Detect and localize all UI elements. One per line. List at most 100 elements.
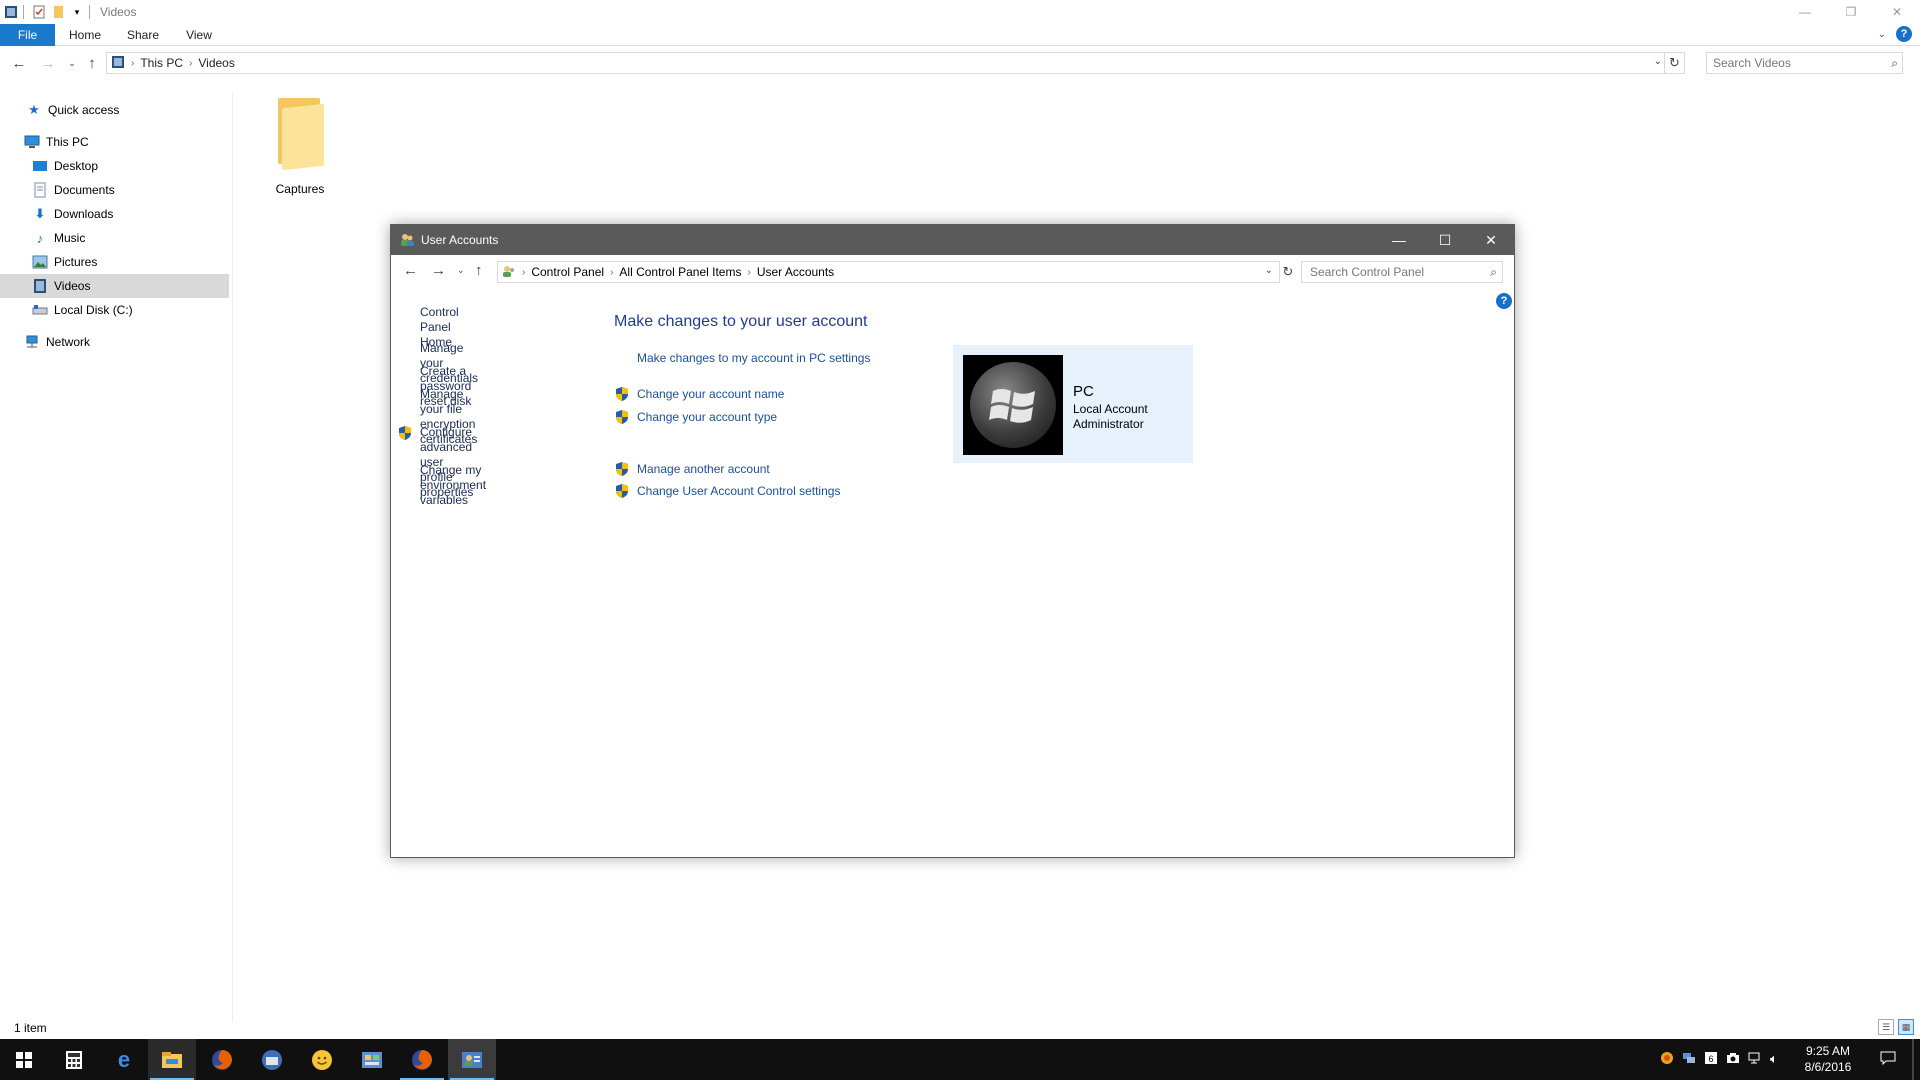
restore-button[interactable]: ❐ xyxy=(1828,0,1874,24)
system-tray: 6 🔈︎ 9:25 AM 8/6/2016 xyxy=(1660,1039,1920,1080)
dialog-forward-arrow-icon[interactable]: → xyxy=(431,262,446,279)
control-panel-search-input[interactable]: Search Control Panel ⌕ xyxy=(1301,261,1503,283)
this-pc-location-icon xyxy=(111,55,125,72)
nav-label: Videos xyxy=(54,279,91,293)
nav-label: Pictures xyxy=(54,255,98,269)
nav-item-music[interactable]: ♪ Music xyxy=(0,226,229,250)
nav-item-desktop[interactable]: Desktop xyxy=(0,154,229,178)
change-account-name-link[interactable]: Change your account name xyxy=(637,387,784,401)
breadcrumb-chevron-icon[interactable]: › xyxy=(189,58,192,69)
tab-file[interactable]: File xyxy=(0,24,55,46)
network-status-icon[interactable] xyxy=(1748,1051,1764,1068)
volume-icon[interactable]: 🔈︎ xyxy=(1770,1051,1778,1067)
address-bar[interactable]: › This PC › Videos ⌄ ↻ xyxy=(106,52,1685,74)
email-client-icon[interactable] xyxy=(248,1039,296,1080)
breadcrumb-chevron-icon[interactable]: › xyxy=(131,58,134,69)
tray-camera-icon[interactable] xyxy=(1726,1051,1740,1068)
dialog-close-button[interactable]: ✕ xyxy=(1468,225,1514,255)
tab-home[interactable]: Home xyxy=(60,24,110,46)
desktop-icon xyxy=(32,158,48,174)
dialog-back-arrow-icon[interactable]: ← xyxy=(403,262,418,279)
tray-calendar-icon[interactable]: 6 xyxy=(1704,1051,1718,1068)
back-arrow-icon[interactable]: ← xyxy=(9,53,29,73)
nav-item-documents[interactable]: Documents xyxy=(0,178,229,202)
firefox-running-icon[interactable] xyxy=(398,1039,446,1080)
tab-view[interactable]: View xyxy=(174,24,224,46)
up-arrow-icon[interactable]: ↑ xyxy=(82,53,102,73)
expand-ribbon-icon[interactable]: ⌄ xyxy=(1878,29,1886,40)
manage-another-account-link[interactable]: Manage another account xyxy=(637,462,770,476)
show-desktop-button[interactable] xyxy=(1912,1039,1914,1080)
folder-item[interactable]: Captures xyxy=(262,98,338,196)
search-input[interactable]: Search Videos ⌕ xyxy=(1706,52,1903,74)
breadcrumb-chevron-icon[interactable]: › xyxy=(610,267,613,278)
nav-item-local-disk[interactable]: Local Disk (C:) xyxy=(0,298,229,322)
large-icons-view-icon[interactable]: ▦ xyxy=(1898,1019,1914,1035)
new-folder-icon[interactable] xyxy=(50,4,66,20)
dialog-refresh-icon[interactable]: ↻ xyxy=(1278,261,1298,283)
refresh-icon[interactable]: ↻ xyxy=(1664,53,1684,73)
nav-item-quick-access[interactable]: ★ Quick access xyxy=(0,98,229,122)
minimize-button[interactable]: — xyxy=(1782,0,1828,24)
uac-shield-icon xyxy=(615,409,629,425)
folder-icon xyxy=(272,98,328,171)
explorer-app-icon[interactable] xyxy=(3,4,19,20)
edge-browser-icon[interactable]: e xyxy=(100,1039,148,1080)
nav-label: Quick access xyxy=(48,103,120,117)
properties-icon[interactable] xyxy=(31,4,47,20)
taskbar-clock[interactable]: 9:25 AM 8/6/2016 xyxy=(1788,1043,1868,1075)
pc-settings-link[interactable]: Make changes to my account in PC setting… xyxy=(637,351,870,365)
dialog-help-icon[interactable]: ? xyxy=(1496,293,1512,309)
dialog-title: User Accounts xyxy=(421,233,499,247)
help-icon[interactable]: ? xyxy=(1896,26,1912,42)
tray-app-icon[interactable] xyxy=(1660,1051,1674,1068)
user-accounts-taskbar-icon[interactable] xyxy=(448,1039,496,1080)
nav-item-downloads[interactable]: ⬇ Downloads xyxy=(0,202,229,226)
avatar[interactable] xyxy=(963,355,1063,455)
details-view-icon[interactable]: ☰ xyxy=(1878,1019,1894,1035)
dialog-recent-chevron-icon[interactable]: ⌄ xyxy=(457,265,465,276)
tab-share[interactable]: Share xyxy=(118,24,168,46)
quick-access-toolbar: ▾ xyxy=(0,3,94,21)
file-explorer-taskbar-icon[interactable] xyxy=(148,1039,196,1080)
pane-divider[interactable] xyxy=(232,92,233,1022)
smiley-app-icon[interactable] xyxy=(298,1039,346,1080)
user-accounts-app-icon[interactable] xyxy=(399,232,415,248)
nav-item-network[interactable]: Network xyxy=(0,330,229,354)
action-center-icon[interactable] xyxy=(1880,1051,1896,1068)
breadcrumb-chevron-icon[interactable]: › xyxy=(747,267,750,278)
dialog-minimize-button[interactable]: — xyxy=(1376,225,1422,255)
breadcrumb-videos[interactable]: Videos xyxy=(198,56,234,70)
dialog-up-arrow-icon[interactable]: ↑ xyxy=(475,262,483,279)
calculator-icon[interactable] xyxy=(50,1039,98,1080)
breadcrumb-control-panel[interactable]: Control Panel xyxy=(531,265,604,279)
uac-settings-link[interactable]: Change User Account Control settings xyxy=(637,484,840,498)
customize-qat-dropdown-icon[interactable]: ▾ xyxy=(69,4,85,20)
change-account-type-link[interactable]: Change your account type xyxy=(637,410,777,424)
nav-item-pictures[interactable]: Pictures xyxy=(0,250,229,274)
firefox-icon[interactable] xyxy=(198,1039,246,1080)
nav-item-videos[interactable]: Videos xyxy=(0,274,229,298)
dialog-maximize-button[interactable]: ☐ xyxy=(1422,225,1468,255)
breadcrumb-user-accounts[interactable]: User Accounts xyxy=(757,265,834,279)
breadcrumb-chevron-icon[interactable]: › xyxy=(522,267,525,278)
nav-item-this-pc[interactable]: This PC xyxy=(0,130,229,154)
tray-network-share-icon[interactable] xyxy=(1682,1051,1696,1068)
account-role: Administrator xyxy=(1073,417,1144,431)
dialog-address-bar[interactable]: › Control Panel › All Control Panel Item… xyxy=(497,261,1280,283)
recent-locations-chevron-icon[interactable]: ⌄ xyxy=(62,53,82,73)
control-panel-taskbar-icon[interactable] xyxy=(348,1039,396,1080)
ribbon-right-controls: ⌄ ? xyxy=(1878,26,1912,42)
nav-label: Music xyxy=(54,231,86,245)
close-button[interactable]: ✕ xyxy=(1874,0,1920,24)
start-button[interactable] xyxy=(0,1039,48,1080)
search-placeholder: Search Control Panel xyxy=(1310,265,1425,279)
dialog-address-dropdown-icon[interactable]: ⌄ xyxy=(1265,265,1273,276)
breadcrumb-this-pc[interactable]: This PC xyxy=(140,56,183,70)
window-controls: — ❐ ✕ xyxy=(1782,0,1920,24)
forward-arrow-icon[interactable]: → xyxy=(38,53,58,73)
documents-icon xyxy=(32,182,48,198)
breadcrumb-all-items[interactable]: All Control Panel Items xyxy=(619,265,741,279)
sidebar-item-environment-variables[interactable]: Change my environment variables xyxy=(420,463,486,508)
address-dropdown-icon[interactable]: ⌄ xyxy=(1654,56,1662,67)
